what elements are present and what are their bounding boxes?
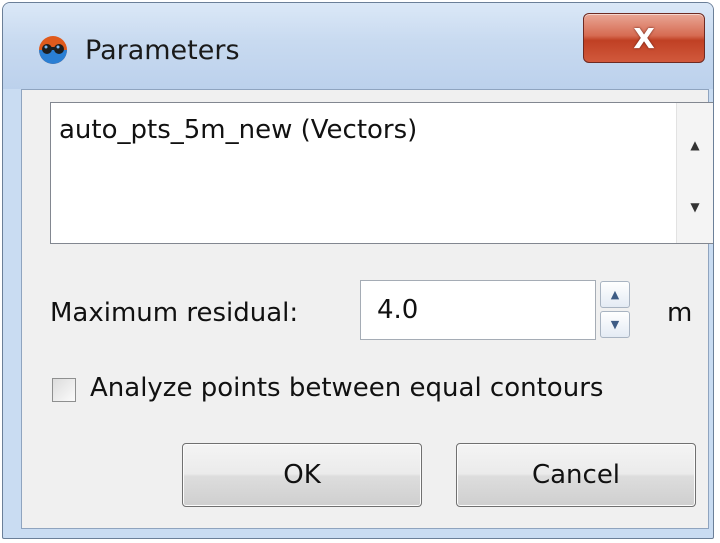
ok-button[interactable]: OK	[182, 443, 422, 507]
close-icon: X	[633, 21, 655, 55]
window-title: Parameters	[85, 35, 240, 66]
cancel-button[interactable]: Cancel	[456, 443, 696, 507]
max-residual-label: Maximum residual:	[50, 298, 299, 328]
list-item[interactable]: auto_pts_5m_new (Vectors)	[59, 115, 417, 145]
parameters-dialog: Parameters X auto_pts_5m_new (Vectors) ▲…	[2, 2, 714, 539]
parameters-app-icon	[39, 36, 67, 64]
analyze-points-label[interactable]: Analyze points between equal contours	[90, 373, 603, 403]
spin-down-icon[interactable]: ▼	[600, 311, 630, 338]
analyze-points-checkbox[interactable]	[52, 378, 76, 402]
close-button[interactable]: X	[583, 13, 705, 63]
scroll-down-arrow-icon[interactable]: ▼	[677, 189, 713, 225]
max-residual-input[interactable]	[360, 280, 596, 340]
listbox-scrollbar[interactable]: ▲ ▼	[676, 103, 713, 243]
scroll-up-arrow-icon[interactable]: ▲	[677, 127, 713, 163]
title-bar[interactable]: Parameters X	[3, 3, 713, 89]
spin-up-icon[interactable]: ▲	[600, 281, 630, 308]
max-residual-spinner[interactable]: ▲ ▼	[600, 281, 632, 339]
dialog-body: auto_pts_5m_new (Vectors) ▲ ▼ Maximum re…	[21, 89, 713, 529]
unit-label: m	[667, 298, 693, 328]
vectors-listbox[interactable]: auto_pts_5m_new (Vectors) ▲ ▼	[50, 102, 713, 244]
